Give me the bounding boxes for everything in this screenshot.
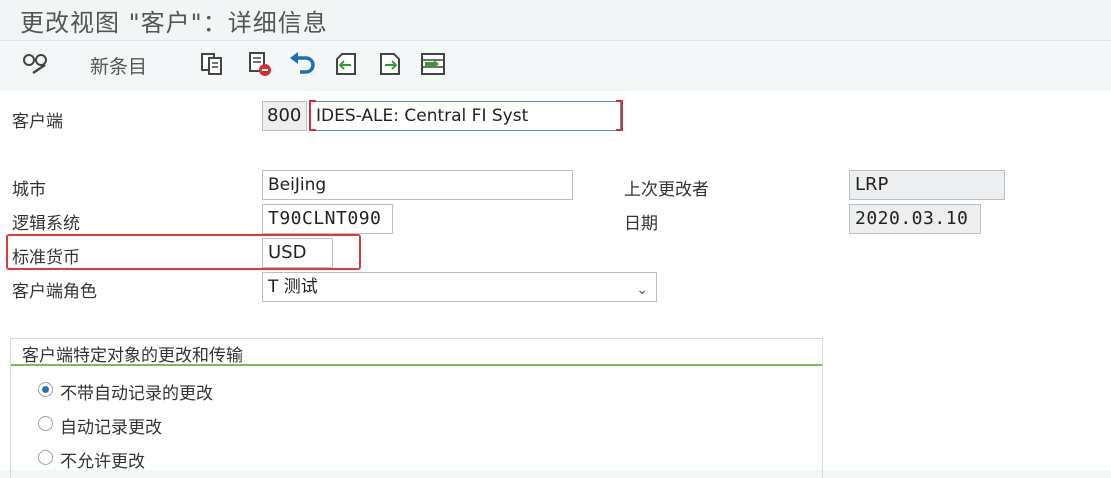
new-entries-button[interactable]: 新条目	[90, 52, 147, 79]
focus-bracket-left	[309, 100, 316, 131]
last-changed-by-field: LRP	[849, 170, 1005, 200]
detail-form: 客户端 800 IDES-ALE: Central FI Syst 城市 Bei…	[0, 91, 1111, 478]
window-title: 更改视图 "客户"：详细信息	[20, 9, 328, 37]
chevron-down-icon[interactable]: ⌄	[636, 276, 648, 301]
undo-icon[interactable]	[287, 49, 317, 79]
radio-no-auto-record[interactable]	[38, 382, 53, 397]
delete-icon[interactable]	[245, 49, 275, 79]
radio-label-auto-record: 自动记录更改	[60, 418, 162, 438]
logical-system-input[interactable]: T90CLNT090	[262, 204, 393, 234]
group-divider	[11, 364, 822, 366]
radio-label-no-auto-record: 不带自动记录的更改	[60, 384, 213, 404]
client-role-value: T 测试	[268, 277, 318, 297]
change-transport-group: 客户端特定对象的更改和传输 不带自动记录的更改 自动记录更改 不允许更改	[10, 338, 823, 478]
previous-entry-icon[interactable]	[331, 49, 361, 79]
radio-auto-record[interactable]	[38, 416, 53, 431]
client-label: 客户端	[12, 112, 63, 132]
copy-icon[interactable]	[197, 49, 227, 79]
radio-no-changes[interactable]	[38, 450, 53, 465]
toolbar: 新条目	[0, 41, 1111, 91]
last-changed-by-label: 上次更改者	[624, 180, 709, 200]
radio-label-no-changes: 不允许更改	[60, 452, 145, 472]
group-title: 客户端特定对象的更改和传输	[22, 346, 243, 366]
currency-label: 标准货币	[12, 248, 80, 268]
focus-bracket-right	[616, 100, 623, 131]
logical-system-label: 逻辑系统	[12, 214, 80, 234]
city-label: 城市	[12, 180, 46, 200]
date-field: 2020.03.10	[849, 204, 981, 234]
currency-input[interactable]: USD	[262, 238, 333, 268]
client-number-field: 800	[262, 101, 307, 131]
city-input[interactable]: BeiJing	[262, 170, 573, 200]
next-entry-icon[interactable]	[375, 49, 405, 79]
client-role-select[interactable]: T 测试 ⌄	[262, 272, 657, 302]
title-bar: 更改视图 "客户"：详细信息	[0, 0, 1111, 41]
display-change-glasses-icon[interactable]	[20, 49, 50, 79]
client-role-label: 客户端角色	[12, 282, 97, 302]
transport-icon[interactable]	[418, 49, 448, 79]
client-name-input[interactable]: IDES-ALE: Central FI Syst	[310, 101, 621, 131]
date-label: 日期	[624, 214, 658, 234]
